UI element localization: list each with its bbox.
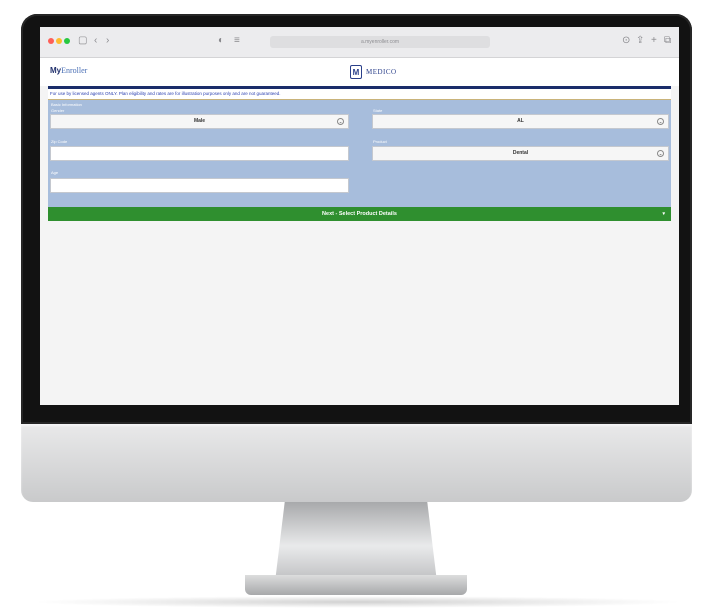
monitor-stand-base <box>245 575 467 595</box>
gender-select[interactable]: Male ⌄ <box>50 114 349 129</box>
zip-input[interactable] <box>50 146 349 161</box>
gender-value: Male <box>193 118 206 124</box>
next-button-label: Next - Select Product Details <box>322 211 397 217</box>
close-window-button[interactable] <box>48 38 54 44</box>
chevron-down-icon: ⌄ <box>337 118 344 125</box>
new-tab-icon[interactable]: + <box>651 34 657 48</box>
product-value: Dental <box>512 150 529 156</box>
age-input[interactable] <box>50 178 349 193</box>
site-header: MyEnroller M MEDICO <box>40 58 679 86</box>
next-select-product-details-button[interactable]: Next - Select Product Details ▾ <box>48 207 671 221</box>
product-label: Product <box>373 139 387 144</box>
quote-form: Basic Information Gender Male ⌄ State AL… <box>48 99 671 221</box>
state-select[interactable]: AL ⌄ <box>372 114 669 129</box>
monitor-shadow <box>30 596 685 608</box>
maximize-window-button[interactable] <box>64 38 70 44</box>
zip-label: Zip Code <box>51 139 68 144</box>
reader-icon[interactable]: ≡ <box>234 34 240 48</box>
myenroller-logo[interactable]: MyEnroller <box>50 66 87 75</box>
browser-toolbar: ▢ ‹ › ◐ ≡ a.myenroller.com ⊙ ⇪ + ⧉ <box>40 27 679 58</box>
partner-mark-icon: M <box>350 65 362 79</box>
monitor-chin <box>21 424 692 502</box>
chevron-down-icon: ▾ <box>662 211 665 217</box>
logo-prefix: My <box>50 66 62 75</box>
age-label: Age <box>51 170 59 175</box>
partner-logo: M MEDICO <box>350 64 397 80</box>
gender-label: Gender <box>51 108 65 113</box>
sidebar-icon[interactable]: ▢ <box>78 34 87 48</box>
forward-icon[interactable]: › <box>106 34 109 48</box>
back-icon[interactable]: ‹ <box>94 34 97 48</box>
share-icon[interactable]: ⇪ <box>636 34 644 48</box>
address-bar[interactable]: a.myenroller.com <box>270 36 490 48</box>
privacy-icon[interactable]: ◐ <box>218 34 224 48</box>
chevron-down-icon: ⌄ <box>657 150 664 157</box>
screen: ▢ ‹ › ◐ ≡ a.myenroller.com ⊙ ⇪ + ⧉ MyEnr… <box>40 27 679 405</box>
state-value: AL <box>517 118 524 124</box>
state-label: State <box>373 108 383 113</box>
logo-suffix: Enroller <box>61 66 88 75</box>
product-select[interactable]: Dental ⌄ <box>372 146 669 161</box>
monitor-stand <box>275 502 437 582</box>
minimize-window-button[interactable] <box>56 38 62 44</box>
agent-notice: For use by licensed agents ONLY. Plan el… <box>48 89 671 99</box>
section-title: Basic Information <box>51 102 82 107</box>
download-icon[interactable]: ⊙ <box>622 34 630 48</box>
tabs-icon[interactable]: ⧉ <box>664 34 671 48</box>
chevron-down-icon: ⌄ <box>657 118 664 125</box>
partner-name: MEDICO <box>366 68 397 76</box>
web-page: MyEnroller M MEDICO For use by licensed … <box>40 58 679 405</box>
